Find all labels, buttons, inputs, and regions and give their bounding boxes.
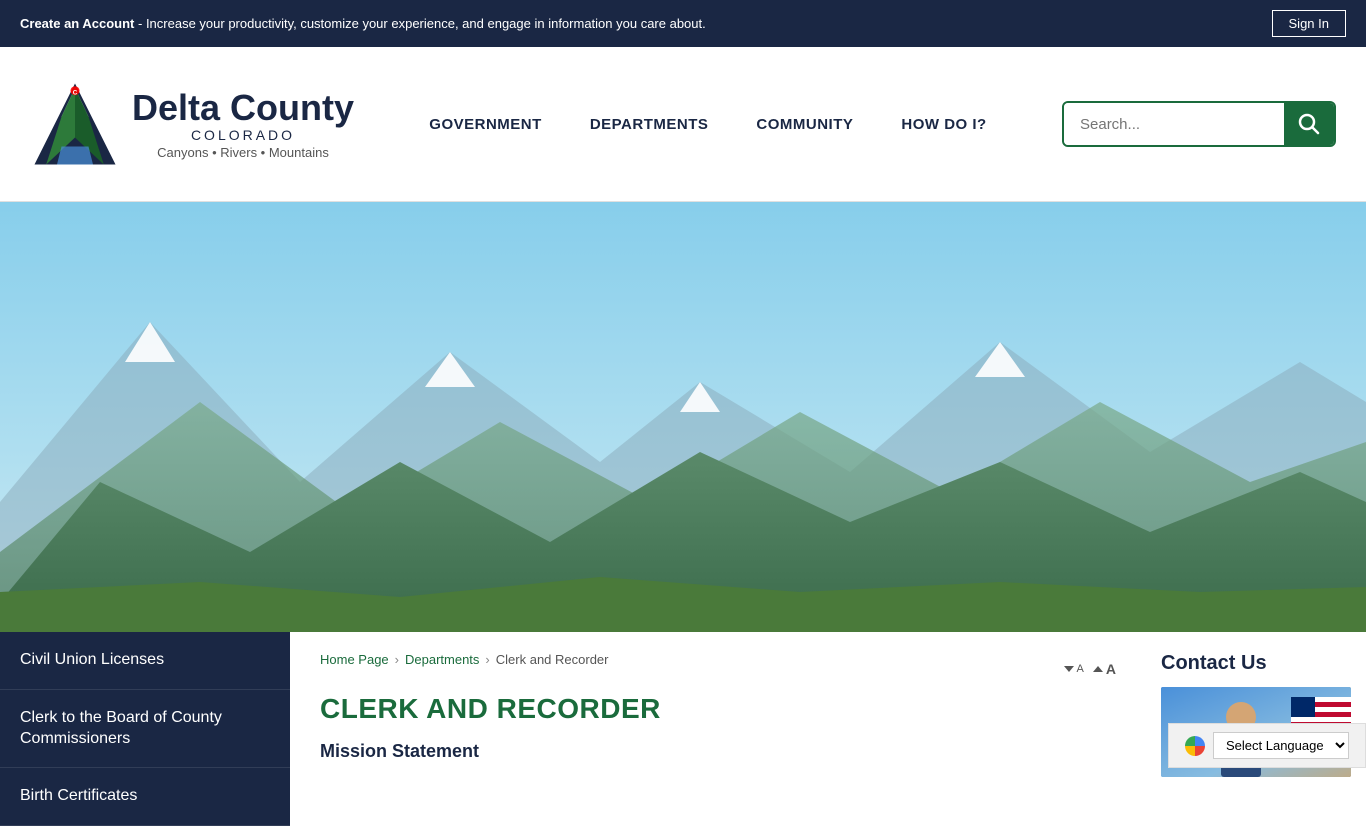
content-wrapper: Civil Union Licenses Clerk to the Board … xyxy=(0,632,1366,826)
page-title: CLERK AND RECORDER xyxy=(320,693,1116,725)
breadcrumb-current: Clerk and Recorder xyxy=(496,652,609,667)
nav-item-community[interactable]: COMMUNITY xyxy=(732,106,877,143)
hero-image xyxy=(0,202,1366,632)
svg-text:C: C xyxy=(73,89,78,96)
hero-svg xyxy=(0,202,1366,632)
left-sidebar: Civil Union Licenses Clerk to the Board … xyxy=(0,632,290,826)
mission-statement-title: Mission Statement xyxy=(320,741,1116,762)
font-up-arrow-icon xyxy=(1092,663,1104,675)
font-increase-label: A xyxy=(1106,661,1116,677)
nav-item-how-do-i[interactable]: HOW DO I? xyxy=(877,106,1010,143)
language-select[interactable]: Select Language xyxy=(1213,732,1349,759)
logo-county-name: Delta County xyxy=(132,88,354,128)
breadcrumb: Home Page › Departments › Clerk and Reco… xyxy=(320,652,608,667)
font-size-controls: A A xyxy=(1063,661,1116,677)
logo-text: Delta County COLORADO Canyons • Rivers •… xyxy=(132,88,354,161)
banner-text: Create an Account - Increase your produc… xyxy=(20,16,706,31)
font-down-arrow-icon xyxy=(1063,663,1075,675)
sign-in-button[interactable]: Sign In xyxy=(1272,10,1346,37)
search-button[interactable] xyxy=(1284,103,1334,145)
breadcrumb-departments[interactable]: Departments xyxy=(405,652,479,667)
translate-bar: Select Language xyxy=(1168,723,1366,768)
breadcrumb-sep-1: › xyxy=(395,652,399,667)
breadcrumb-sep-2: › xyxy=(485,652,489,667)
google-logo-icon xyxy=(1185,736,1205,756)
sidebar-item-civil-union[interactable]: Civil Union Licenses xyxy=(0,632,290,690)
nav-item-government[interactable]: GOVERNMENT xyxy=(405,106,566,143)
site-header: C Delta County COLORADO Canyons • Rivers… xyxy=(0,47,1366,202)
search-area xyxy=(1062,101,1336,147)
banner-description: - Increase your productivity, customize … xyxy=(134,16,705,31)
sidebar-item-clerk-board[interactable]: Clerk to the Board of County Commissione… xyxy=(0,690,290,769)
font-decrease-label: A xyxy=(1077,663,1084,675)
top-banner: Create an Account - Increase your produc… xyxy=(0,0,1366,47)
logo-tagline: Canyons • Rivers • Mountains xyxy=(132,145,354,160)
font-decrease-button[interactable]: A xyxy=(1063,663,1084,675)
sidebar-item-birth-cert[interactable]: Birth Certificates xyxy=(0,768,290,826)
logo-triangle-icon: C xyxy=(30,79,120,169)
main-content-area: Home Page › Departments › Clerk and Reco… xyxy=(290,632,1146,826)
search-icon xyxy=(1298,113,1320,135)
nav-item-departments[interactable]: DEPARTMENTS xyxy=(566,106,733,143)
site-logo[interactable]: C Delta County COLORADO Canyons • Rivers… xyxy=(30,79,354,169)
breadcrumb-home[interactable]: Home Page xyxy=(320,652,389,667)
search-input[interactable] xyxy=(1064,103,1284,145)
logo-state: COLORADO xyxy=(132,127,354,143)
main-navigation: GOVERNMENT DEPARTMENTS COMMUNITY HOW DO … xyxy=(354,106,1062,143)
create-account-link[interactable]: Create an Account xyxy=(20,16,134,31)
contact-us-title: Contact Us xyxy=(1161,652,1351,675)
font-increase-button[interactable]: A xyxy=(1092,661,1116,677)
